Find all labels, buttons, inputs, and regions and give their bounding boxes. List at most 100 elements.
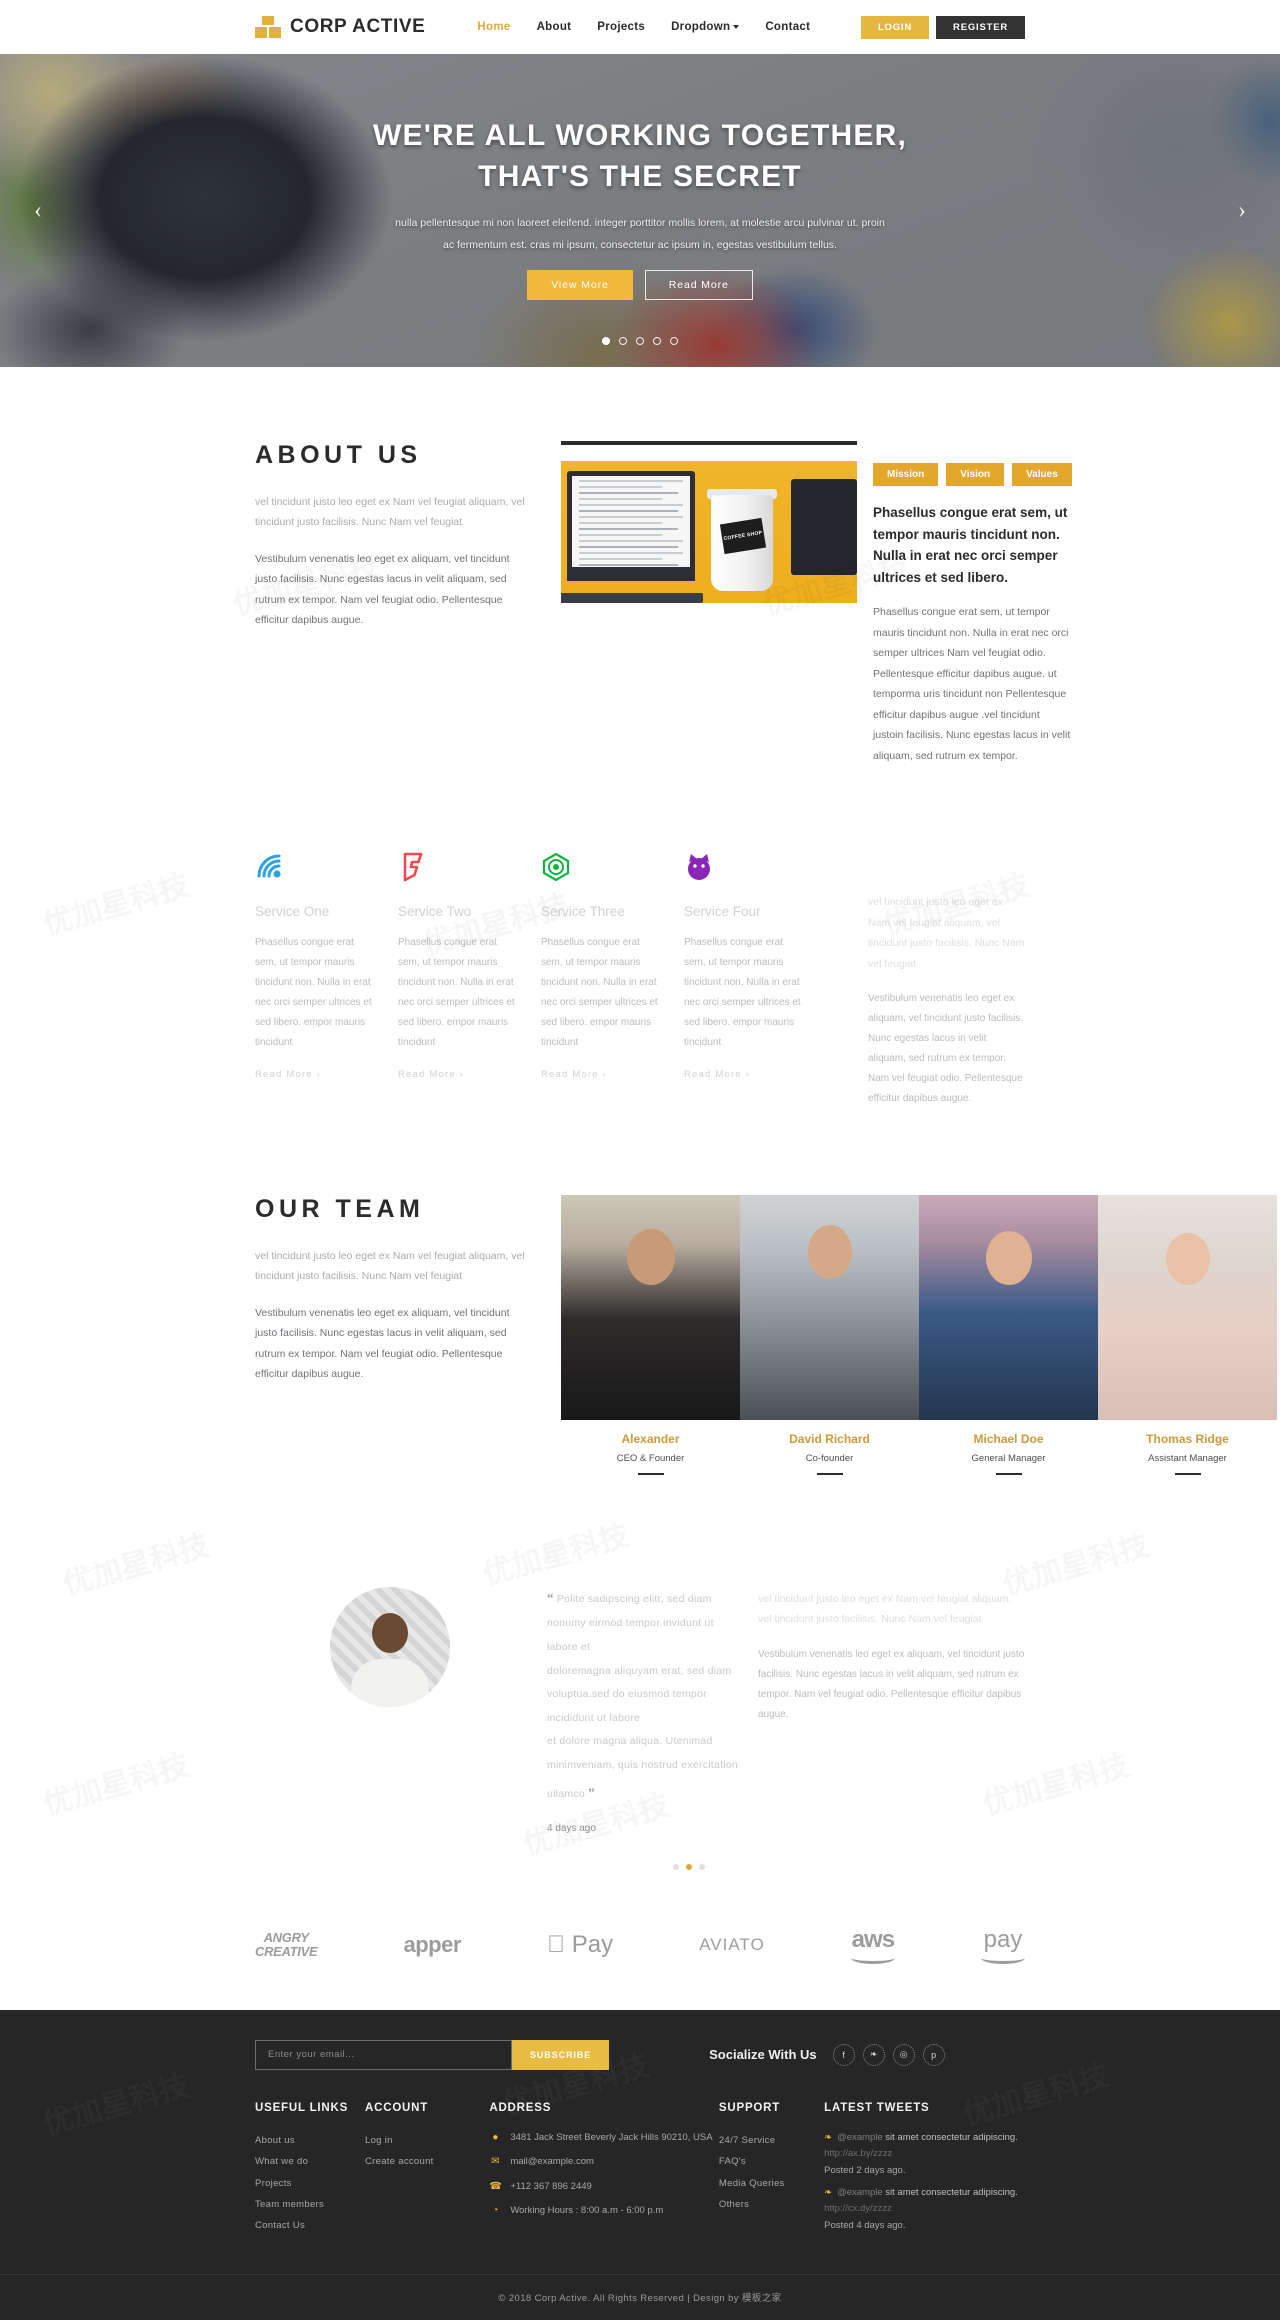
boxes-logo-icon — [255, 16, 281, 38]
testimonial-dot-2[interactable] — [685, 1863, 692, 1870]
footer-link-others[interactable]: Others — [719, 2194, 824, 2215]
nav-item-contact[interactable]: Contact — [765, 21, 810, 33]
testimonial-quote-block: “ Polite sadipscing elitr, sed diam nonu… — [525, 1583, 740, 1870]
carousel-dot-3[interactable] — [636, 337, 644, 345]
service-read-more-two[interactable]: Read More › — [398, 1069, 464, 1080]
facebook-icon[interactable]: f — [832, 2043, 855, 2066]
nav-item-home[interactable]: Home — [477, 21, 510, 33]
about-lead-text: Phasellus congue erat sem, ut tempor mau… — [873, 505, 1068, 585]
services-section: Service One Phasellus congue erat sem, u… — [0, 766, 1280, 1109]
nav-item-dropdown[interactable]: Dropdown — [671, 21, 740, 33]
carousel-prev-arrow[interactable]: ‹ — [34, 197, 42, 224]
tweet-item: ❧ @example sit amet consectetur adipiscin… — [824, 2130, 1025, 2162]
service-read-more-three[interactable]: Read More › — [541, 1069, 607, 1080]
angry-creative-logo: ANGRY CREATIVE — [255, 1930, 318, 1959]
twitter-icon[interactable]: ❧ — [862, 2043, 885, 2066]
envelope-icon: ✉ — [491, 2156, 500, 2168]
hero-read-more-button[interactable]: Read More — [644, 270, 753, 301]
login-button[interactable]: LOGIN — [860, 15, 930, 39]
clock-icon: ◔ — [492, 2205, 499, 2217]
team-section: OUR TEAM vel tincidunt justo leo eget ex… — [0, 1109, 1280, 1475]
address-row-hours: ◔ Working Hours : 8:00 a.m - 6:00 p.m — [489, 2203, 719, 2220]
team-member-role: General Manager — [971, 1453, 1046, 1464]
nav-item-projects[interactable]: Projects — [597, 21, 645, 33]
address-street-text: 3481 Jack Street Beverly Jack Hills 9021… — [510, 2131, 713, 2143]
team-member-name: Thomas Ridge — [1146, 1432, 1229, 1446]
brand-name: CORP ACTIVE — [290, 16, 426, 37]
twitter-bird-icon: ❧ — [824, 2131, 833, 2143]
testimonial-line-1-text: Polite sadipscing elitr, sed diam nonumy… — [547, 1593, 714, 1653]
service-text-two: Phasellus congue erat sem, ut tempor mau… — [398, 937, 515, 1049]
footer-link-about-us[interactable]: About us — [255, 2130, 365, 2151]
footer-link-what-we-do[interactable]: What we do — [255, 2151, 365, 2172]
tab-values[interactable]: Values — [1012, 463, 1072, 486]
carousel-next-arrow[interactable]: › — [1238, 197, 1246, 224]
tweet-url[interactable]: http://cx.dy/zzzz — [824, 2203, 892, 2214]
team-member-name: Alexander — [621, 1432, 680, 1446]
testimonial-timestamp: 4 days ago — [547, 1822, 596, 1834]
angry-creative-line-2: CREATIVE — [255, 1943, 318, 1959]
testimonial-section: “ Polite sadipscing elitr, sed diam nonu… — [0, 1475, 1280, 1870]
nav-links: Home About Projects Dropdown Contact — [477, 21, 810, 33]
brand-logo[interactable]: CORP ACTIVE — [255, 16, 425, 38]
tab-mission[interactable]: Mission — [873, 463, 939, 486]
angry-creative-line-1: ANGRY — [263, 1930, 310, 1946]
copyright-bar: © 2018 Corp Active. All Rights Reserved … — [0, 2274, 1280, 2320]
address-hours-text: Working Hours : 8:00 a.m - 6:00 p.m — [510, 2205, 664, 2217]
team-member-card[interactable]: Thomas Ridge Assistant Manager — [1098, 1195, 1277, 1475]
carousel-dot-1[interactable] — [602, 337, 610, 345]
footer-latest-tweets: LATEST TWEETS ❧ @example sit amet consect… — [824, 2102, 1025, 2241]
team-member-role: Assistant Manager — [1148, 1453, 1227, 1464]
register-button[interactable]: REGISTER — [936, 15, 1025, 39]
footer-link-projects[interactable]: Projects — [255, 2173, 365, 2194]
testimonial-line-3-text: et dolore magna aliqua. Utenimad minimve… — [547, 1735, 738, 1800]
hero-view-more-button[interactable]: View More — [527, 270, 633, 301]
team-member-card[interactable]: David Richard Co-founder — [740, 1195, 919, 1475]
testimonial-dot-3[interactable] — [698, 1863, 705, 1870]
footer-link-login[interactable]: Log in — [365, 2130, 489, 2151]
account-heading: ACCOUNT — [365, 2101, 429, 2114]
newsletter-email-input[interactable] — [255, 2039, 512, 2070]
service-text-three: Phasellus congue erat sem, ut tempor mau… — [541, 937, 658, 1049]
aviato-logo: AVIATO — [689, 1934, 764, 1954]
top-navbar: CORP ACTIVE Home About Projects Dropdown… — [0, 0, 1280, 54]
carousel-dot-5[interactable] — [670, 337, 678, 345]
testimonial-dot-1[interactable] — [672, 1863, 679, 1870]
service-read-more-one[interactable]: Read More › — [255, 1069, 321, 1080]
dribbble-icon[interactable]: ◎ — [892, 2043, 915, 2066]
pinterest-icon[interactable]: p — [922, 2043, 945, 2066]
nav-item-about[interactable]: About — [537, 21, 572, 33]
team-member-role: CEO & Founder — [616, 1453, 685, 1464]
twitter-bird-icon: ❧ — [824, 2187, 833, 2199]
team-paragraph-2: Vestibulum venenatis leo eget ex aliquam… — [255, 1306, 510, 1381]
testimonial-side-paragraph-2: Vestibulum venenatis leo eget ex aliquam… — [758, 1648, 1025, 1720]
tweet-text: sit amet consectetur adipiscing. — [885, 2187, 1018, 2199]
about-image: COFFEE SHOP — [561, 461, 857, 603]
nav-item-dropdown-label: Dropdown — [671, 21, 731, 33]
subscribe-button[interactable]: SUBSCRIBE — [512, 2039, 610, 2070]
tweet-handle[interactable]: @example — [837, 2187, 883, 2198]
footer-link-team-members[interactable]: Team members — [255, 2194, 365, 2215]
team-text-column: OUR TEAM vel tincidunt justo leo eget ex… — [255, 1195, 525, 1385]
team-member-card[interactable]: Alexander CEO & Founder — [561, 1195, 740, 1475]
footer-link-service[interactable]: 24/7 Service — [719, 2130, 824, 2151]
about-image-column: COFFEE SHOP — [525, 441, 857, 603]
footer-account: ACCOUNT Log in Create account — [365, 2102, 489, 2241]
service-read-more-four[interactable]: Read More › — [684, 1069, 750, 1080]
tweet-handle[interactable]: @example — [837, 2132, 883, 2143]
footer-link-create-account[interactable]: Create account — [365, 2151, 489, 2172]
services-side-text: vel tincidunt justo leo eget ex Nam vel … — [830, 852, 1025, 1109]
footer-link-faq[interactable]: FAQ's — [719, 2151, 824, 2172]
footer-link-media-queries[interactable]: Media Queries — [719, 2173, 824, 2194]
carousel-dot-2[interactable] — [619, 337, 627, 345]
address-email-text[interactable]: mail@example.com — [510, 2154, 594, 2171]
tweet-url[interactable]: http://ax.by/zzzz — [824, 2148, 892, 2159]
team-member-card[interactable]: Michael Doe General Manager — [919, 1195, 1098, 1475]
cat-face-icon — [684, 852, 714, 882]
carousel-dot-4[interactable] — [653, 337, 661, 345]
footer-support: SUPPORT 24/7 Service FAQ's Media Queries… — [719, 2102, 824, 2241]
footer-useful-links: USEFUL LINKS About us What we do Project… — [255, 2102, 365, 2241]
service-card-four: Service Four Phasellus congue erat sem, … — [684, 852, 827, 1109]
tab-vision[interactable]: Vision — [946, 463, 1005, 486]
footer-link-contact-us[interactable]: Contact Us — [255, 2215, 365, 2236]
